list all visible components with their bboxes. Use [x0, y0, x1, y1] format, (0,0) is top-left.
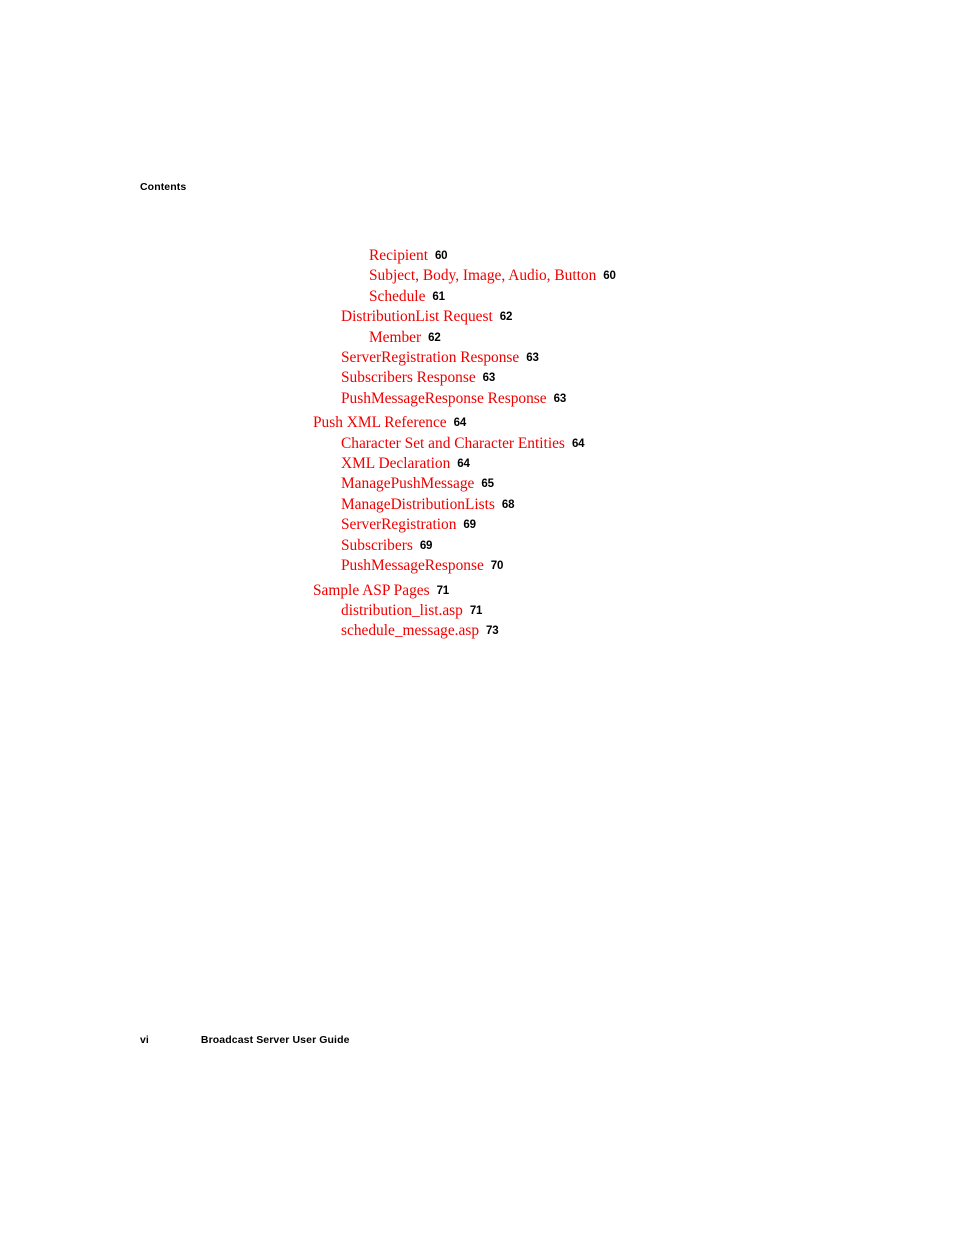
toc-entry-page-number: 65: [481, 478, 494, 491]
document-page: Contents Recipient 60 Subject, Body, Image…: [0, 0, 954, 1235]
toc-entry-page-number: 60: [434, 250, 448, 262]
toc-entry[interactable]: Schedule 61: [0, 287, 954, 307]
toc-entry[interactable]: Subscribers 69: [0, 536, 954, 556]
toc-entry-title: schedule_message.asp: [341, 622, 480, 640]
toc-entry[interactable]: Member 62: [0, 328, 954, 348]
toc-entry-title: distribution_list.asp: [341, 602, 463, 620]
toc-entry-page-number: 70: [490, 560, 504, 573]
toc-entry-page-number: 71: [436, 584, 450, 597]
toc-entry-page-number: 71: [469, 605, 483, 618]
toc-entry[interactable]: Recipient 60: [0, 246, 954, 266]
table-of-contents: Recipient 60 Subject, Body, Image, Audio, …: [0, 246, 954, 642]
toc-entry-title: ServerRegistration Response: [341, 348, 520, 366]
toc-entry-title: Member: [369, 328, 422, 346]
toc-entry-title: Sample ASP Pages: [313, 581, 430, 599]
toc-entry-page-number: 69: [463, 519, 476, 532]
toc-entry-page-number: 60: [603, 270, 616, 283]
running-header-contents: Contents: [140, 181, 187, 193]
toc-entry[interactable]: Sample ASP Pages 71: [0, 581, 954, 601]
toc-entry[interactable]: Subscribers Response 63: [0, 368, 954, 388]
toc-entry-title: PushMessageResponse Response: [341, 389, 547, 407]
toc-entry[interactable]: DistributionList Request 62: [0, 307, 954, 327]
toc-entry-page-number: 73: [486, 625, 499, 638]
toc-entry-page-number: 63: [482, 372, 496, 385]
page-folio: vi: [140, 1034, 149, 1046]
toc-entry-title: Character Set and Character Entities: [341, 434, 565, 452]
toc-entry[interactable]: XML Declaration 64: [0, 454, 954, 474]
toc-entry-page-number: 62: [499, 311, 513, 324]
toc-entry[interactable]: PushMessageResponse 70: [0, 556, 954, 576]
toc-entry-title: ManagePushMessage: [341, 475, 475, 493]
toc-entry-page-number: 63: [553, 392, 567, 405]
toc-entry-page-number: 69: [419, 539, 433, 552]
toc-entry-title: ServerRegistration: [341, 516, 457, 534]
toc-entry-title: Recipient: [369, 247, 428, 264]
toc-entry[interactable]: schedule_message.asp 73: [0, 621, 954, 641]
toc-entry-title: Schedule: [369, 287, 426, 305]
toc-entry-page-number: 64: [457, 458, 470, 471]
toc-entry[interactable]: distribution_list.asp 71: [0, 601, 954, 621]
toc-entry[interactable]: ServerRegistration 69: [0, 515, 954, 535]
toc-entry-page-number: 61: [432, 290, 445, 303]
toc-entry-page-number: 64: [453, 417, 467, 430]
document-title: Broadcast Server User Guide: [200, 1034, 350, 1046]
toc-entry[interactable]: ManagePushMessage 65: [0, 474, 954, 494]
toc-entry[interactable]: Subject, Body, Image, Audio, Button 60: [0, 266, 954, 286]
toc-entry[interactable]: Character Set and Character Entities 64: [0, 434, 954, 454]
toc-entry-title: Push XML Reference: [313, 414, 447, 432]
toc-entry-page-number: 64: [571, 437, 585, 450]
toc-entry-title: ManageDistributionLists: [341, 495, 495, 513]
toc-entry-title: Subject, Body, Image, Audio, Button: [369, 267, 597, 285]
toc-entry-page-number: 62: [428, 331, 441, 344]
toc-entry-page-number: 63: [526, 351, 539, 364]
toc-entry-title: Subscribers Response: [341, 369, 476, 387]
toc-entry-title: PushMessageResponse: [341, 557, 484, 575]
running-footer: vi Broadcast Server User Guide: [140, 1034, 350, 1046]
toc-entry-title: DistributionList Request: [341, 308, 493, 326]
toc-entry[interactable]: PushMessageResponse Response 63: [0, 389, 954, 409]
toc-entry[interactable]: ManageDistributionLists 68: [0, 495, 954, 515]
toc-entry[interactable]: Push XML Reference 64: [0, 413, 954, 433]
toc-entry-title: Subscribers: [341, 536, 413, 554]
toc-entry-page-number: 68: [501, 498, 515, 511]
toc-entry[interactable]: ServerRegistration Response 63: [0, 348, 954, 368]
toc-entry-title: XML Declaration: [341, 455, 451, 473]
